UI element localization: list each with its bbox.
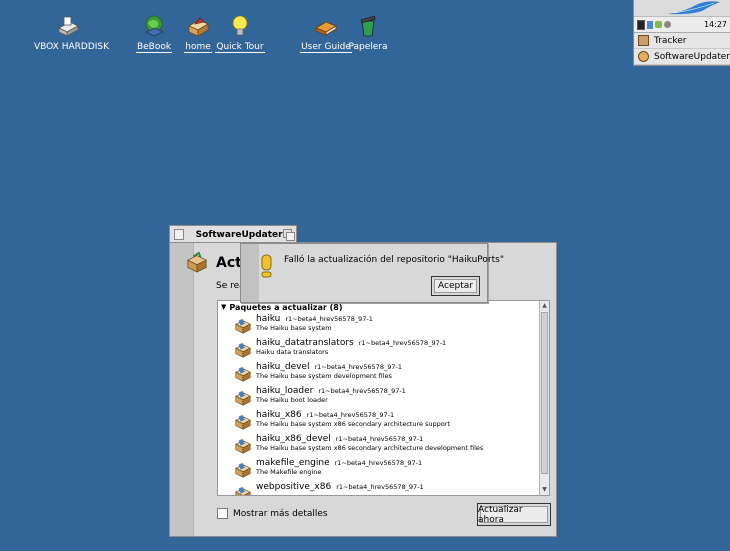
- update-now-button[interactable]: Actualizar ahora: [477, 503, 551, 526]
- package-name: webpositive_x86: [256, 482, 332, 492]
- desktop-icon-trash[interactable]: Papelera: [333, 14, 403, 52]
- package-description: The Haiku base system x86 secondary arch…: [256, 444, 484, 452]
- package-icon: [235, 462, 251, 478]
- package-name: haiku_loader: [256, 386, 314, 396]
- package-version: r1~beta4_hrev56578_97-1: [318, 387, 406, 395]
- network-icon[interactable]: [647, 20, 653, 29]
- error-alert: Falló la actualización del repositorio "…: [240, 243, 504, 303]
- desktop-icon-label: Quick Tour: [215, 42, 265, 53]
- package-group-label: Paquetes a actualizar (8): [229, 302, 343, 312]
- deskbar-tray: 14:27: [634, 17, 730, 33]
- package-version: r1~beta4_hrev56578_97-1: [334, 459, 423, 467]
- window-tab[interactable]: SoftwareUpdater: [169, 225, 297, 243]
- volume-icon[interactable]: [664, 21, 671, 28]
- package-version: r1~beta4_hrev56578_97-1: [285, 315, 373, 323]
- software-updater-icon: [638, 51, 649, 62]
- tracker-icon: [638, 35, 649, 46]
- desktop-icon-harddisk[interactable]: VBOX HARDDISK: [33, 14, 109, 52]
- deskbar-item-software-updater[interactable]: SoftwareUpdater: [634, 49, 730, 65]
- lightbulb-icon: [232, 15, 248, 36]
- haiku-leaf-menu[interactable]: [634, 0, 730, 17]
- show-details-option[interactable]: Mostrar más detalles: [217, 508, 328, 519]
- package-version: r1~beta4_hrev56578_97-1: [358, 339, 447, 347]
- package-icon: [235, 438, 251, 454]
- trash-icon: [360, 15, 376, 37]
- package-name: haiku_devel: [256, 362, 310, 372]
- package-description: Haiku data translators: [256, 348, 329, 356]
- harddisk-icon: [58, 16, 79, 37]
- package-icon: [235, 486, 251, 495]
- list-item[interactable]: haiku_x86_devel r1~beta4_hrev56578_97-1 T…: [218, 433, 549, 457]
- zoom-button[interactable]: [282, 229, 296, 241]
- package-description: The Haiku base system x86 secondary arch…: [256, 420, 450, 428]
- window-side-stripe: [170, 243, 194, 536]
- alert-side-stripe: [241, 244, 259, 302]
- deskbar-item-label: SoftwareUpdater: [654, 51, 730, 62]
- list-item[interactable]: haiku_x86 r1~beta4_hrev56578_97-1 The Hai…: [218, 409, 549, 433]
- alert-message: Falló la actualización del repositorio "…: [284, 255, 504, 265]
- leaf-icon: [668, 1, 720, 15]
- package-version: r1~beta4_hrev56578_97-1: [314, 363, 402, 371]
- package-name: makefile_engine: [256, 458, 330, 468]
- package-name: haiku_x86: [256, 410, 302, 420]
- package-icon: [235, 366, 251, 382]
- scroll-thumb[interactable]: [541, 312, 548, 474]
- list-item[interactable]: haiku_datatranslators r1~beta4_hrev56578_…: [218, 337, 549, 361]
- deskbar-item-tracker[interactable]: Tracker: [634, 33, 730, 49]
- package-name: haiku_datatranslators: [256, 338, 354, 348]
- vertical-scrollbar[interactable]: ▲ ▼: [539, 301, 549, 495]
- package-version: r1~beta4_hrev56578_97-1: [306, 411, 395, 419]
- show-details-label: Mostrar más detalles: [233, 508, 328, 519]
- package-icon: [187, 251, 207, 273]
- show-details-checkbox[interactable]: [217, 508, 228, 519]
- desktop-icon-label: Papelera: [348, 42, 388, 52]
- package-version: r1~beta4_hrev56578_97-1: [336, 483, 424, 491]
- window-title: SoftwareUpdater: [195, 229, 283, 240]
- package-icon: [235, 318, 251, 334]
- package-description: The Makefile engine: [256, 468, 322, 476]
- accept-button[interactable]: Aceptar: [431, 276, 480, 296]
- package-list[interactable]: ▼ Paquetes a actualizar (8) haiku r1~beta…: [217, 300, 550, 496]
- package-icon: [235, 414, 251, 430]
- close-button[interactable]: [174, 229, 184, 240]
- deskbar: 14:27 Tracker SoftwareUpdater: [633, 0, 730, 66]
- package-name: haiku: [256, 314, 281, 324]
- desktop-icon-label: VBOX HARDDISK: [34, 42, 110, 52]
- list-item[interactable]: makefile_engine r1~beta4_hrev56578_97-1 T…: [218, 457, 549, 481]
- desktop: { "desktop": { "icons": [ {"label": "VBO…: [0, 0, 730, 551]
- scroll-up-icon[interactable]: ▲: [540, 301, 549, 311]
- scroll-down-icon[interactable]: ▼: [540, 485, 549, 495]
- package-name: haiku_x86_devel: [256, 434, 331, 444]
- package-description: The Haiku base system development files: [256, 372, 392, 380]
- warning-icon: [261, 254, 272, 278]
- list-item[interactable]: haiku_loader r1~beta4_hrev56578_97-1 The …: [218, 385, 549, 409]
- list-item[interactable]: webpositive_x86 r1~beta4_hrev56578_97-1: [218, 481, 549, 495]
- desktop-icon-quick-tour[interactable]: Quick Tour: [205, 14, 275, 53]
- chevron-down-icon[interactable]: ▼: [221, 303, 226, 311]
- package-description: The Haiku base system: [256, 324, 332, 332]
- list-item[interactable]: haiku r1~beta4_hrev56578_97-1 The Haiku b…: [218, 313, 549, 337]
- package-description: The Haiku boot loader: [256, 396, 328, 404]
- package-version: r1~beta4_hrev56578_97-1: [335, 435, 424, 443]
- workspaces-icon[interactable]: [637, 19, 645, 30]
- deskbar-item-label: Tracker: [654, 35, 687, 46]
- list-item[interactable]: haiku_devel r1~beta4_hrev56578_97-1 The H…: [218, 361, 549, 385]
- package-icon: [235, 342, 251, 358]
- clock[interactable]: 14:27: [704, 20, 727, 29]
- package-icon: [235, 390, 251, 406]
- tray-app-icon[interactable]: [655, 21, 662, 28]
